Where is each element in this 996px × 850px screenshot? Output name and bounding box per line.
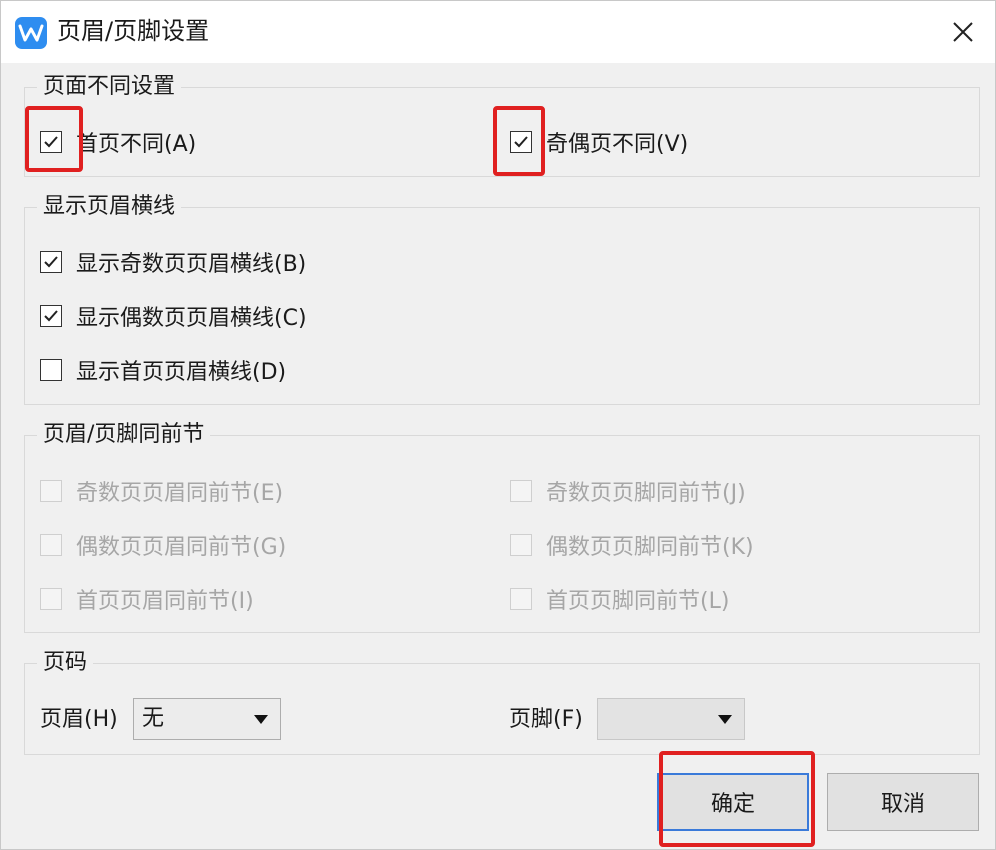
title-bar: 页眉/页脚设置 [1,1,995,63]
first-header-same-checkbox[interactable]: 首页页眉同前节(I) [40,583,254,615]
group-title: 页眉/页脚同前节 [43,422,205,447]
dialog-title: 页眉/页脚设置 [57,17,210,45]
checkbox-box[interactable] [510,588,532,610]
header-page-number-select[interactable]: 无 [133,698,281,740]
checkbox-box[interactable] [510,480,532,502]
page-setting-group: 页面不同设置 [24,73,980,177]
group-title: 页码 [43,650,88,675]
checkbox-label: 奇数页页眉同前节(E) [76,481,284,506]
checkbox-box[interactable] [510,131,532,153]
odd-footer-same-checkbox[interactable]: 奇数页页脚同前节(J) [510,475,746,507]
checkbox-label: 奇偶页不同(V) [546,132,689,157]
checkbox-box[interactable] [40,588,62,610]
checkmark-icon [514,136,528,148]
odd-even-different-checkbox[interactable]: 奇偶页不同(V) [510,126,688,158]
footer-page-number-label: 页脚(F) [509,707,583,732]
checkbox-box[interactable] [40,251,62,273]
group-title: 页面不同设置 [43,74,176,99]
close-button[interactable] [941,11,985,53]
first-page-different-checkbox[interactable]: 首页不同(A) [40,126,196,158]
ok-button[interactable]: 确定 [657,773,809,831]
checkbox-box[interactable] [40,305,62,327]
chevron-down-icon [254,715,268,724]
select-value: 无 [142,706,165,731]
checkbox-label: 偶数页页眉同前节(G) [76,535,287,560]
checkbox-box[interactable] [40,131,62,153]
cancel-button[interactable]: 取消 [827,773,979,831]
group-title: 显示页眉横线 [43,194,176,219]
header-page-number-label: 页眉(H) [40,707,118,732]
checkbox-label: 首页页眉同前节(I) [76,589,254,614]
close-icon [953,22,973,42]
even-header-line-checkbox[interactable]: 显示偶数页页眉横线(C) [40,300,307,332]
checkbox-box[interactable] [40,480,62,502]
chevron-down-icon [718,715,732,724]
even-header-same-checkbox[interactable]: 偶数页页眉同前节(G) [40,529,286,561]
checkbox-label: 显示首页页眉横线(D) [76,360,287,385]
checkbox-label: 奇数页页脚同前节(J) [546,481,746,506]
checkbox-label: 显示偶数页页眉横线(C) [76,306,307,331]
checkbox-label: 偶数页页脚同前节(K) [546,535,754,560]
header-footer-dialog: 页眉/页脚设置 页面不同设置 首页不同(A) 奇偶页不同(V) 显示页眉横线 显… [0,0,996,850]
checkmark-icon [44,256,58,268]
odd-header-line-checkbox[interactable]: 显示奇数页页眉横线(B) [40,246,306,278]
odd-header-same-checkbox[interactable]: 奇数页页眉同前节(E) [40,475,283,507]
checkbox-label: 显示奇数页页眉横线(B) [76,252,307,277]
checkbox-label: 首页不同(A) [76,132,197,157]
checkbox-box[interactable] [40,359,62,381]
checkbox-label: 首页页脚同前节(L) [546,589,730,614]
even-footer-same-checkbox[interactable]: 偶数页页脚同前节(K) [510,529,754,561]
wps-writer-icon [15,17,47,49]
footer-page-number-select[interactable] [597,698,745,740]
checkbox-box[interactable] [510,534,532,556]
checkmark-icon [44,310,58,322]
checkbox-box[interactable] [40,534,62,556]
first-footer-same-checkbox[interactable]: 首页页脚同前节(L) [510,583,729,615]
checkmark-icon [44,136,58,148]
first-header-line-checkbox[interactable]: 显示首页页眉横线(D) [40,354,286,386]
